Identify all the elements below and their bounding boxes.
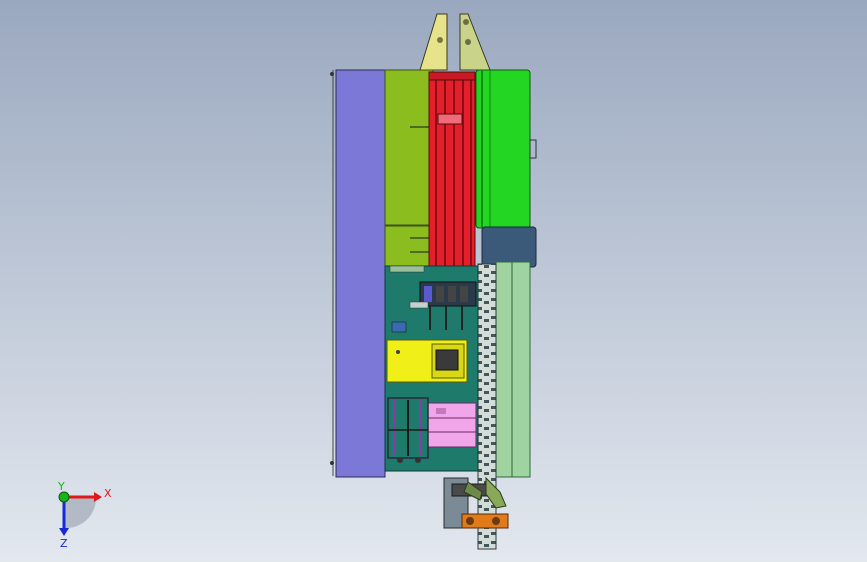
cad-viewport[interactable]: X Y Z: [0, 0, 867, 562]
control-display: [435, 349, 459, 371]
left-side-plate[interactable]: [335, 69, 386, 478]
x-axis-label: X: [104, 487, 112, 500]
middle-frame[interactable]: [384, 225, 434, 267]
upper-frame[interactable]: [384, 69, 434, 226]
z-axis-label: Z: [60, 537, 68, 550]
red-rails[interactable]: [428, 71, 476, 283]
cad-model-view[interactable]: X Y Z: [0, 0, 867, 562]
gripper-block[interactable]: [427, 402, 477, 448]
control-box[interactable]: [386, 339, 468, 383]
motor-coupling[interactable]: [481, 226, 537, 268]
motor-housing[interactable]: [475, 69, 537, 229]
guide-rail[interactable]: [495, 261, 531, 478]
drive-chain[interactable]: [477, 263, 497, 550]
y-axis-label: Y: [57, 480, 65, 493]
